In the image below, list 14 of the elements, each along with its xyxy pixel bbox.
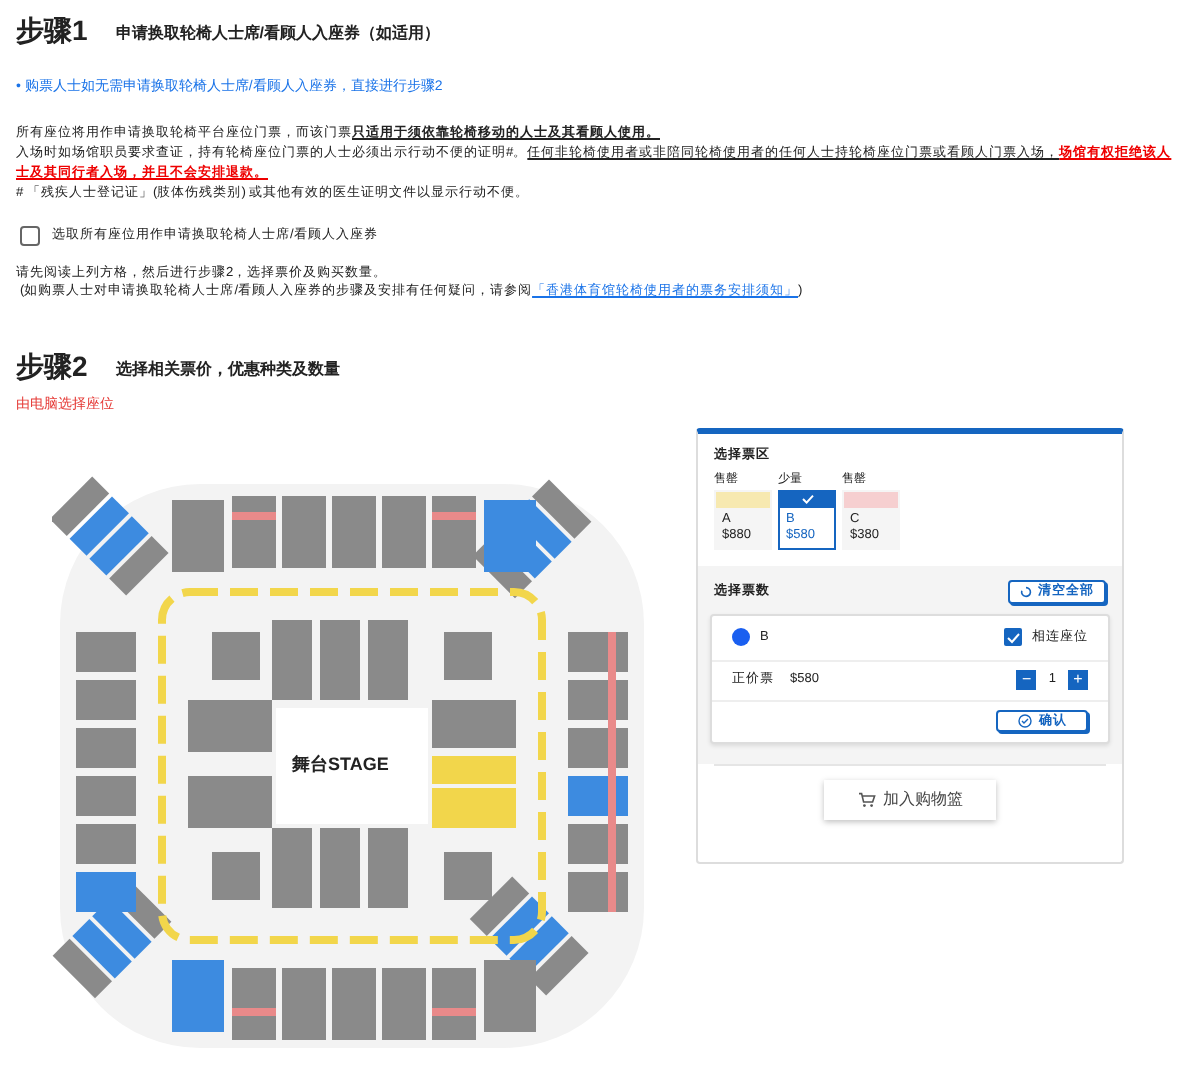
step-label: 步骤2: [16, 351, 88, 379]
step-label: 步骤1: [16, 16, 88, 44]
step-title: 申请换取轮椅人士席/看顾人入座券（如适用）: [115, 26, 441, 44]
increase-button[interactable]: +: [1068, 670, 1088, 691]
checkbox[interactable]: [20, 225, 40, 245]
checkbox[interactable]: [1004, 628, 1022, 647]
cart-icon: [857, 791, 875, 808]
stage-label: 舞台STAGE: [292, 752, 389, 778]
add-to-cart-button[interactable]: 加入购物篮: [824, 779, 996, 820]
decrease-button[interactable]: −: [1016, 670, 1037, 691]
refresh-icon: [1020, 585, 1032, 598]
step-title: 选择相关票价，优惠种类及数量: [115, 361, 340, 379]
check-circle-icon: [1017, 714, 1031, 729]
check-icon: [801, 494, 813, 505]
